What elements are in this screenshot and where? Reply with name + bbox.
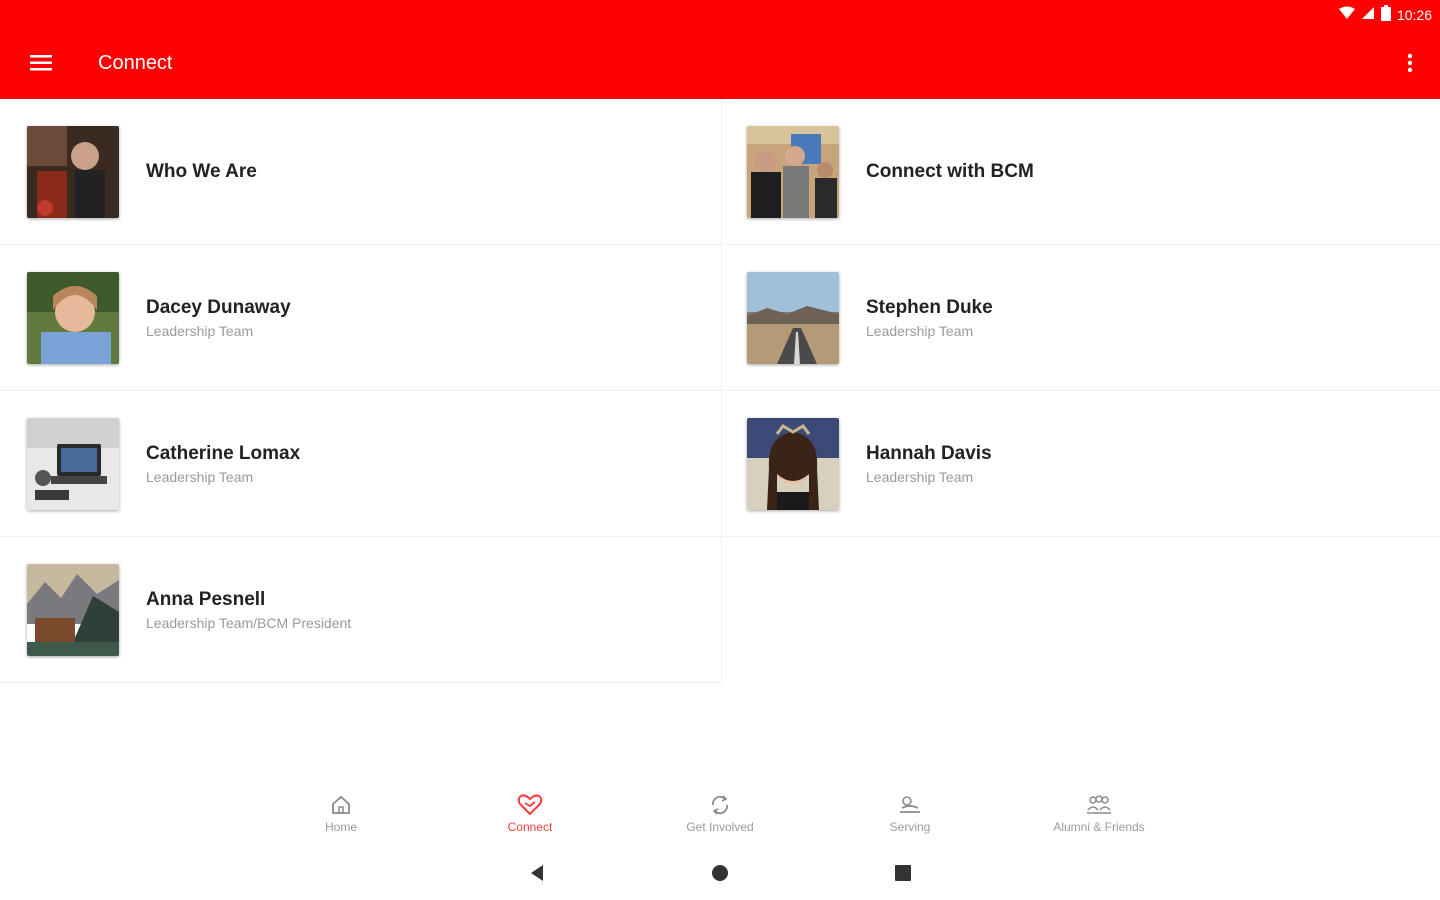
- home-circle-icon: [711, 864, 729, 887]
- nav-home[interactable]: Home: [261, 792, 421, 834]
- signal-icon: [1361, 6, 1375, 23]
- refresh-icon: [640, 792, 800, 818]
- home-icon: [261, 792, 421, 818]
- item-subtitle: Leadership Team: [146, 469, 254, 485]
- item-title: Who We Are: [146, 161, 257, 182]
- nav-connect[interactable]: Connect: [450, 792, 610, 834]
- nav-get-involved[interactable]: Get Involved: [640, 792, 800, 834]
- status-icons: 10:26: [1338, 5, 1432, 24]
- item-title: Dacey Dunaway: [146, 297, 291, 318]
- nav-alumni-friends[interactable]: Alumni & Friends: [1019, 792, 1179, 834]
- system-navigation-bar: [0, 850, 1440, 900]
- list-item[interactable]: Hannah Davis Leadership Team: [720, 391, 1440, 537]
- menu-button[interactable]: [24, 50, 58, 80]
- item-subtitle: Leadership Team: [866, 323, 974, 339]
- status-bar: 10:26: [0, 0, 1440, 30]
- list-item[interactable]: Who We Are: [0, 99, 720, 245]
- back-button[interactable]: [526, 864, 548, 886]
- thumbnail-image: [27, 418, 119, 510]
- item-subtitle: Leadership Team: [146, 323, 254, 339]
- heart-handshake-icon: [450, 792, 610, 818]
- item-title: Catherine Lomax: [146, 443, 301, 464]
- overflow-menu-button[interactable]: [1398, 50, 1422, 80]
- wifi-icon: [1338, 6, 1355, 23]
- item-title: Connect with BCM: [866, 161, 1034, 182]
- hamburger-menu-icon: [30, 54, 52, 76]
- thumbnail-image: [747, 272, 839, 364]
- item-subtitle: Leadership Team: [866, 469, 974, 485]
- list-item[interactable]: Catherine Lomax Leadership Team: [0, 391, 720, 537]
- status-time: 10:26: [1396, 6, 1432, 23]
- nav-label: Get Involved: [686, 820, 754, 834]
- list-item[interactable]: Stephen Duke Leadership Team: [720, 245, 1440, 391]
- thumbnail-image: [27, 126, 119, 218]
- list-item[interactable]: Connect with BCM: [720, 99, 1440, 245]
- recents-square-icon: [894, 864, 912, 887]
- thumbnail-image: [27, 272, 119, 364]
- thumbnail-image: [747, 418, 839, 510]
- page-title: Connect: [98, 52, 173, 74]
- list-item[interactable]: Anna Pesnell Leadership Team/BCM Preside…: [0, 537, 720, 683]
- home-system-button[interactable]: [709, 864, 731, 886]
- nav-label: Alumni & Friends: [1053, 820, 1145, 834]
- bottom-navigation: Home Connect Get Involved Serving Alumni…: [0, 780, 1440, 850]
- group-icon: [1019, 792, 1179, 818]
- list-item[interactable]: Dacey Dunaway Leadership Team: [0, 245, 720, 391]
- battery-icon: [1380, 5, 1391, 24]
- back-triangle-icon: [528, 864, 546, 887]
- recents-button[interactable]: [892, 864, 914, 886]
- nav-label: Home: [324, 820, 357, 834]
- thumbnail-image: [747, 126, 839, 218]
- connect-list: Who We Are Connect with BCM Dacey Dunawa…: [0, 99, 1440, 685]
- item-title: Anna Pesnell: [146, 589, 266, 610]
- item-title: Hannah Davis: [866, 443, 992, 464]
- thumbnail-image: [27, 564, 119, 656]
- app-bar: Connect: [0, 30, 1440, 99]
- item-title: Stephen Duke: [866, 297, 993, 318]
- nav-label: Connect: [507, 820, 553, 834]
- nav-serving[interactable]: Serving: [830, 792, 990, 834]
- nav-label: Serving: [889, 820, 931, 834]
- more-vert-icon: [1407, 53, 1413, 78]
- serving-hand-icon: [830, 792, 990, 818]
- item-subtitle: Leadership Team/BCM President: [146, 615, 352, 631]
